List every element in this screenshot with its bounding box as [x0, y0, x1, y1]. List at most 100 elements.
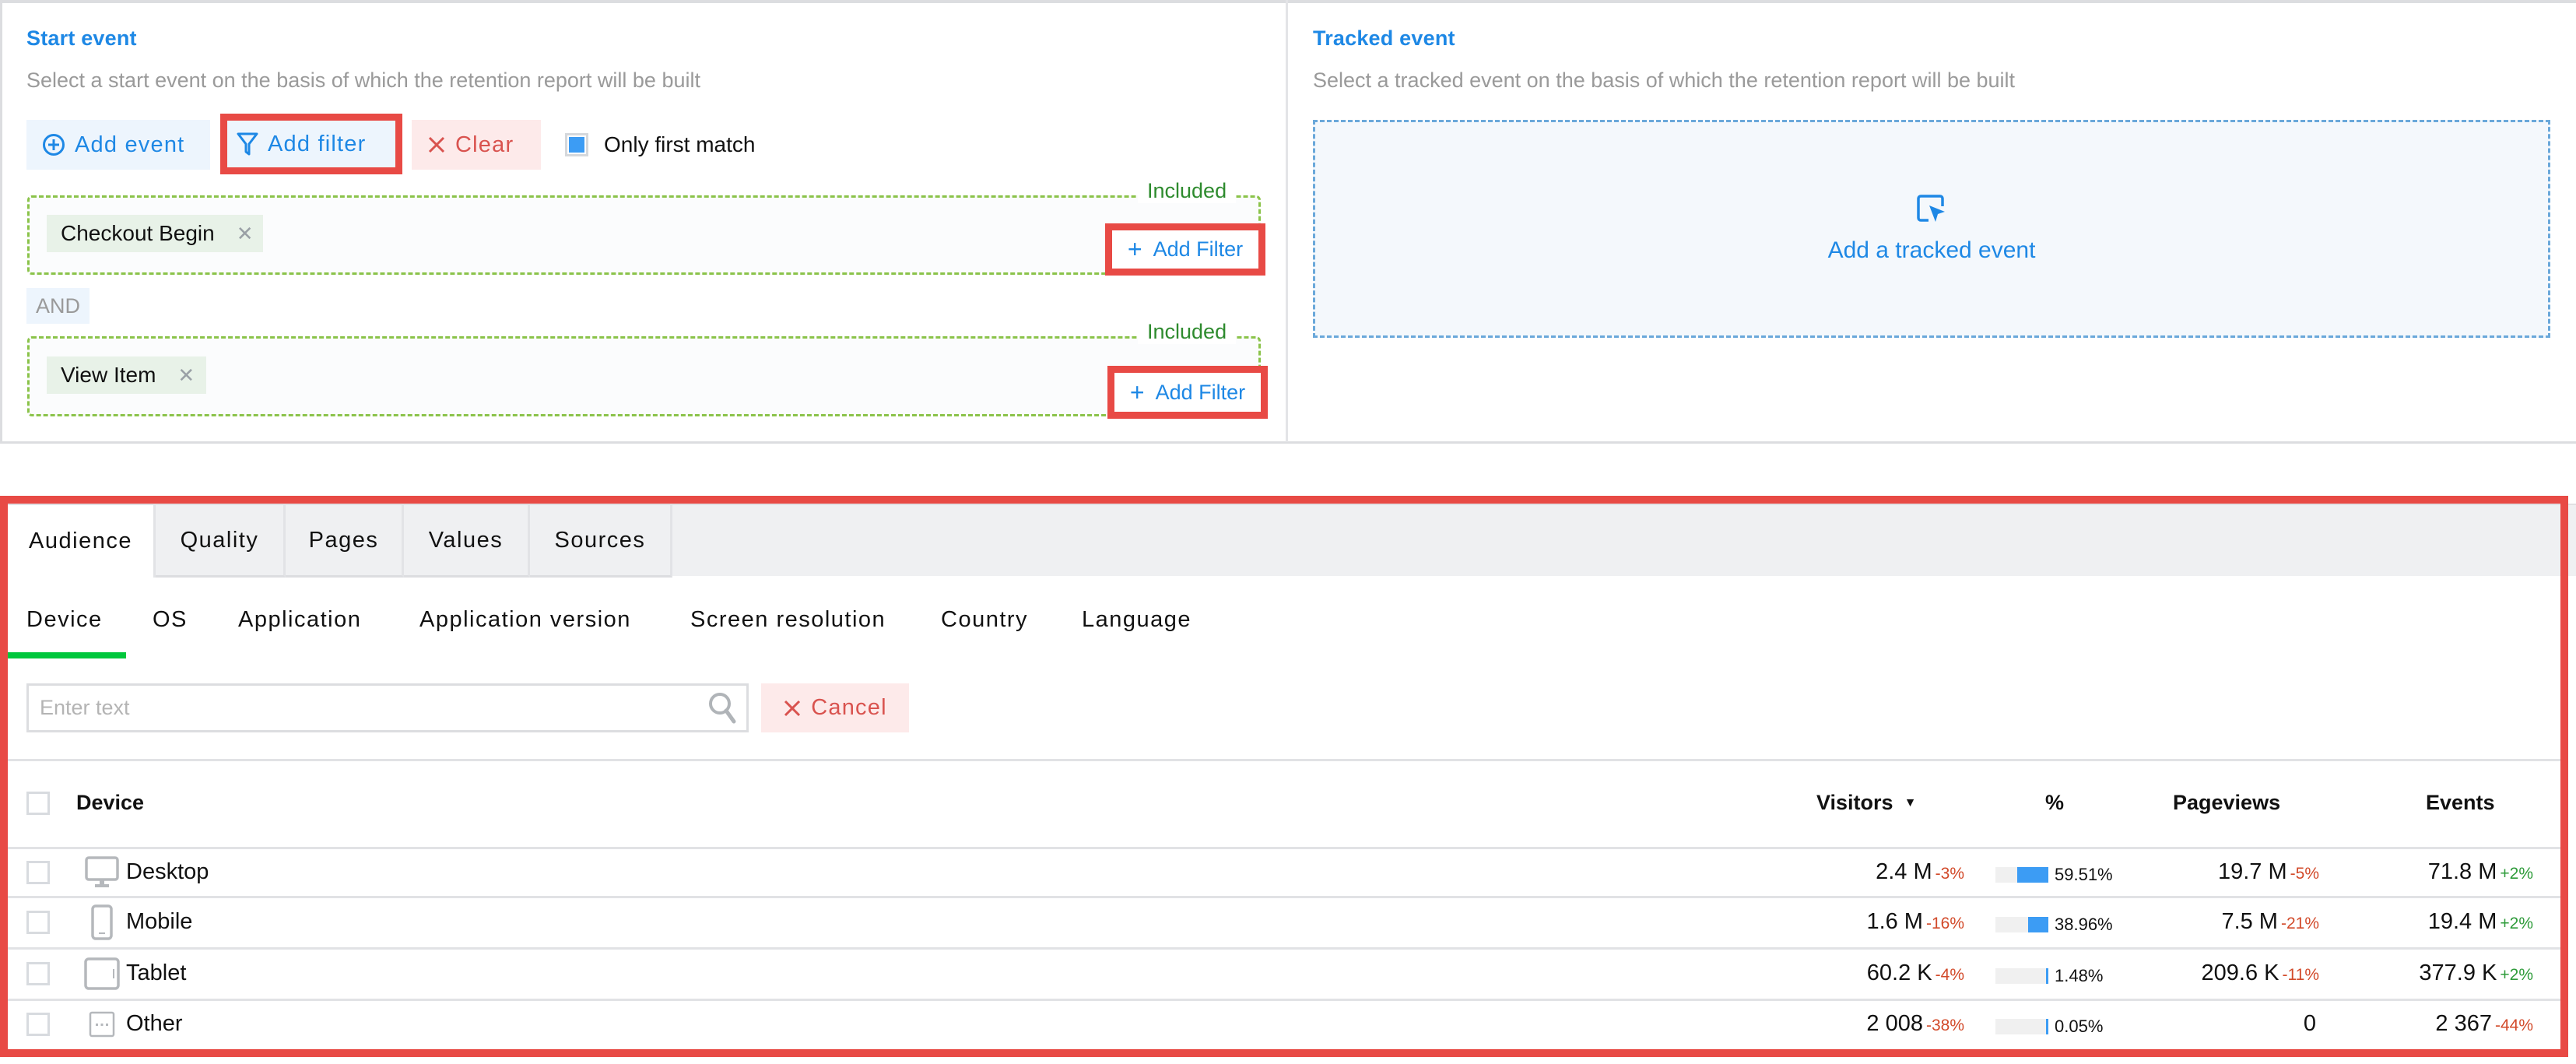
percent-bar-fill [2028, 917, 2048, 932]
only-first-match-toggle[interactable]: Only first match [565, 132, 755, 157]
tab-sources[interactable]: Sources [530, 505, 672, 578]
device-name: Desktop [126, 859, 209, 884]
row-checkbox[interactable] [26, 860, 50, 884]
start-event-title: Start event [26, 26, 137, 50]
table-row[interactable]: Desktop 2.4 M -3% 59.51% 19.7 M -5% 71.8… [8, 848, 2560, 897]
included-label-1: Included [1138, 179, 1237, 203]
subtab-application[interactable]: Application [238, 607, 361, 633]
subtab-os[interactable]: OS [153, 607, 188, 633]
remove-event-icon[interactable]: ✕ [177, 363, 195, 388]
included-label-2: Included [1138, 320, 1237, 344]
search-field[interactable] [26, 683, 749, 732]
events-value: 19.4 M [2427, 909, 2497, 934]
visitors-value: 1.6 M [1866, 909, 1923, 934]
pageviews-cell: 0 [2304, 1011, 2319, 1037]
percent-bar-fill [2017, 866, 2048, 883]
pageviews-delta: -11% [2282, 966, 2319, 984]
column-header-pageviews[interactable]: Pageviews [2173, 791, 2280, 815]
row-checkbox[interactable] [26, 962, 50, 985]
events-cell: 71.8 M +2% [2428, 859, 2533, 885]
column-header-device[interactable]: Device [76, 791, 144, 815]
only-first-match-checkbox[interactable] [565, 133, 588, 156]
tab-label: Pages [308, 527, 379, 553]
checkbox-checked-mark [569, 137, 584, 153]
tab-quality[interactable]: Quality [156, 505, 286, 578]
row-checkbox[interactable] [26, 911, 50, 934]
cancel-button[interactable]: Cancel [761, 683, 909, 732]
percent-bar-track [1995, 1019, 2048, 1034]
plus-circle-icon [43, 134, 65, 156]
device-name: Other [126, 1011, 183, 1036]
column-header-percent[interactable]: % [2045, 791, 2064, 815]
visitors-delta: -16% [1925, 915, 1964, 932]
events-value: 71.8 M [2427, 859, 2497, 884]
events-value: 377.9 K [2419, 960, 2497, 985]
tab-values[interactable]: Values [404, 505, 530, 578]
remove-event-icon[interactable]: ✕ [237, 222, 254, 246]
subtab-application-version[interactable]: Application version [419, 607, 631, 633]
subtab-device[interactable]: Device [26, 607, 103, 633]
clear-button[interactable]: Clear [412, 120, 541, 170]
add-filter-label: Add filter [268, 131, 367, 156]
select-cursor-icon [1917, 195, 1945, 222]
mobile-icon [84, 904, 120, 940]
select-all-checkbox[interactable] [26, 792, 50, 815]
report-tab-bar: Audience Quality Pages Values Sources [8, 504, 2576, 578]
percent-value: 1.48% [2055, 966, 2104, 985]
percent-bar-track [1995, 917, 2048, 932]
add-event-button[interactable]: Add event [26, 120, 210, 170]
percent-bar-track [1995, 866, 2048, 883]
search-icon[interactable] [707, 691, 739, 725]
visitors-value: 2.4 M [1876, 859, 1932, 884]
add-event-label: Add event [75, 132, 185, 157]
pageviews-cell: 209.6 K -11% [2202, 960, 2319, 986]
percent-cell: 0.05% [1995, 1017, 2103, 1037]
group-2-add-filter-button[interactable]: + Add Filter [1107, 366, 1268, 419]
events-delta: -44% [2494, 1017, 2533, 1034]
table-row[interactable]: Mobile 1.6 M -16% 38.96% 7.5 M -21% 19.4… [8, 897, 2560, 948]
pageviews-cell: 7.5 M -21% [2221, 909, 2319, 935]
event-chip-checkout-begin: Checkout Begin ✕ [47, 215, 263, 252]
percent-value: 38.96% [2055, 915, 2113, 934]
tab-label: Sources [554, 527, 646, 553]
percent-value: 59.51% [2055, 864, 2113, 884]
events-delta: +2% [2500, 915, 2533, 932]
group-1-add-filter-button[interactable]: + Add Filter [1105, 223, 1265, 276]
column-header-label: Visitors [1816, 791, 1893, 814]
tab-audience[interactable]: Audience [8, 505, 156, 578]
close-x-icon [428, 136, 445, 153]
divider [8, 759, 2560, 761]
table-row[interactable]: Other 2 008 -38% 0.05% 0 2 367 -44% [8, 999, 2560, 1049]
pageviews-value: 0 [2303, 1011, 2316, 1036]
tab-label: Quality [180, 527, 259, 553]
and-connector[interactable]: AND [26, 288, 89, 324]
filter-funnel-icon [237, 132, 258, 156]
subtab-country[interactable]: Country [941, 607, 1028, 633]
start-event-subtitle: Select a start event on the basis of whi… [26, 68, 700, 92]
other-device-icon [84, 1006, 120, 1042]
search-input[interactable] [40, 696, 707, 720]
add-filter-button[interactable]: Add filter [220, 114, 402, 174]
add-tracked-event-dropzone[interactable]: Add a tracked event [1313, 120, 2550, 338]
tracked-event-title: Tracked event [1313, 26, 1455, 50]
tab-label: Values [428, 527, 504, 553]
column-header-visitors[interactable]: Visitors ▼ [1816, 791, 1916, 815]
tablet-icon [84, 956, 120, 992]
table-row[interactable]: Tablet 60.2 K -4% 1.48% 209.6 K -11% 377… [8, 948, 2560, 999]
events-cell: 2 367 -44% [2435, 1011, 2533, 1037]
visitors-delta: -3% [1935, 864, 1964, 883]
pageviews-delta: -21% [2280, 915, 2319, 932]
percent-value: 0.05% [2055, 1017, 2104, 1036]
event-group-2 [27, 336, 1261, 416]
row-checkbox[interactable] [26, 1013, 50, 1036]
events-delta: +2% [2500, 864, 2533, 883]
pageviews-delta: -5% [2290, 864, 2319, 883]
subtab-language[interactable]: Language [1082, 607, 1191, 633]
tab-pages[interactable]: Pages [286, 505, 404, 578]
desktop-icon [84, 855, 120, 890]
plus-icon: + [1127, 235, 1142, 263]
subtab-screen-resolution[interactable]: Screen resolution [690, 607, 886, 633]
visitors-delta: -38% [1925, 1017, 1964, 1034]
visitors-value: 60.2 K [1866, 960, 1932, 985]
column-header-events[interactable]: Events [2426, 791, 2495, 815]
